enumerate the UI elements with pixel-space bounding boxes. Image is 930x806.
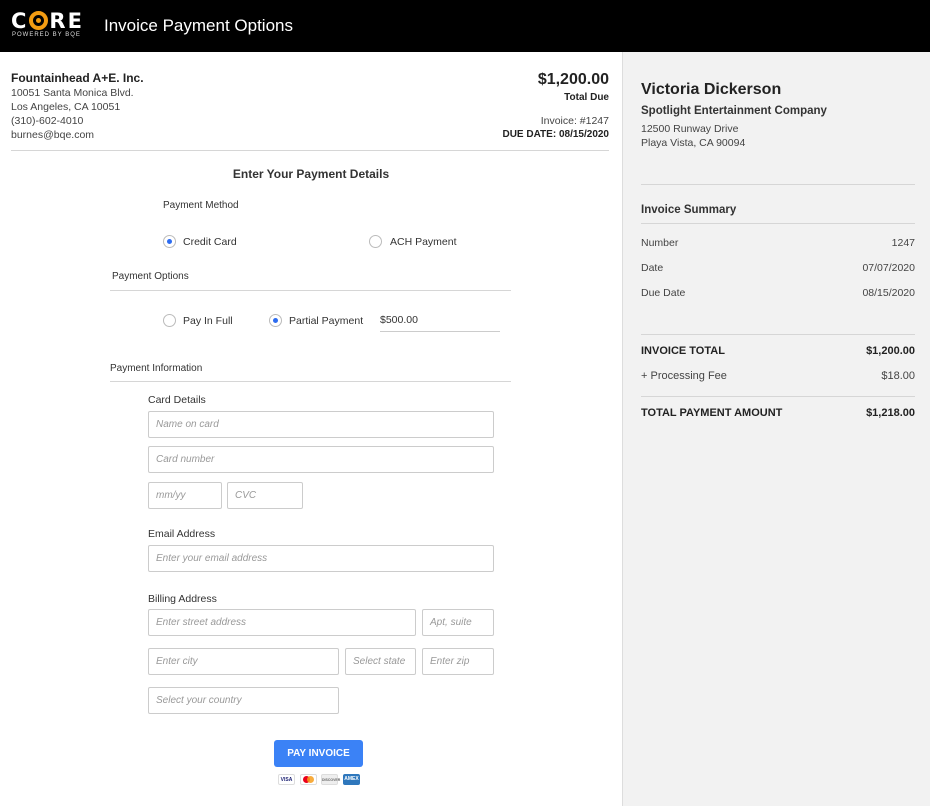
payment-options-label: Payment Options <box>112 271 189 282</box>
mastercard-circles <box>303 776 314 783</box>
pay-in-full-radio[interactable] <box>163 314 176 327</box>
amex-icon: AMEX <box>343 774 360 785</box>
ach-payment-label: ACH Payment <box>390 236 457 248</box>
zip-input[interactable]: Enter zip <box>422 648 494 675</box>
summary-date-value: 07/07/2020 <box>862 262 915 274</box>
logo-tagline: POWERED BY BQE <box>12 32 81 38</box>
email-input[interactable]: Enter your email address <box>148 545 494 572</box>
form-title: Enter Your Payment Details <box>232 167 390 181</box>
payment-information-label: Payment Information <box>110 363 203 374</box>
divider <box>110 290 511 291</box>
payment-method-label: Payment Method <box>163 200 239 211</box>
customer-company: Spotlight Entertainment Company <box>641 105 827 117</box>
page-title: Invoice Payment Options <box>104 16 293 35</box>
divider <box>11 150 609 151</box>
apt-suite-input[interactable]: Apt, suite <box>422 609 494 636</box>
visa-icon: VISA <box>278 774 295 785</box>
total-payment-value: $1,218.00 <box>866 407 915 419</box>
email-address-label: Email Address <box>148 528 216 540</box>
pay-invoice-button[interactable]: PAY INVOICE <box>274 740 363 767</box>
divider <box>641 223 915 224</box>
customer-address-line1: 12500 Runway Drive <box>641 123 739 135</box>
pay-in-full-label: Pay In Full <box>183 315 233 327</box>
street-address-input[interactable]: Enter street address <box>148 609 416 636</box>
country-select[interactable]: Select your country <box>148 687 339 714</box>
divider <box>641 184 915 185</box>
divider <box>641 334 915 335</box>
mastercard-icon <box>300 774 317 785</box>
total-payment-label: TOTAL PAYMENT AMOUNT <box>641 407 783 419</box>
invoice-total-value: $1,200.00 <box>866 345 915 357</box>
logo-o-icon <box>29 11 49 30</box>
credit-card-radio[interactable] <box>163 235 176 248</box>
customer-name: Victoria Dickerson <box>641 81 782 98</box>
invoice-total-label: INVOICE TOTAL <box>641 345 725 357</box>
invoice-summary-panel: Victoria Dickerson Spotlight Entertainme… <box>622 52 930 806</box>
divider <box>641 396 915 397</box>
partial-amount-input[interactable]: $500.00 <box>380 314 500 332</box>
total-due-amount: $1,200.00 <box>537 71 609 88</box>
core-logo: C RE POWERED BY BQE <box>11 9 84 38</box>
top-bar: C RE POWERED BY BQE Invoice Payment Optio… <box>0 0 930 52</box>
invoice-summary-title: Invoice Summary <box>641 204 737 216</box>
processing-fee-value: $18.00 <box>881 370 915 382</box>
payment-panel: Fountainhead A+E. Inc. 10051 Santa Monic… <box>0 52 622 806</box>
city-input[interactable]: Enter city <box>148 648 339 675</box>
invoice-number: Invoice: #1247 <box>540 115 609 127</box>
customer-address-line2: Playa Vista, CA 90094 <box>641 137 746 149</box>
credit-card-label: Credit Card <box>183 236 237 248</box>
card-number-input[interactable]: Card number <box>148 446 494 473</box>
partial-payment-radio[interactable] <box>269 314 282 327</box>
summary-number-value: 1247 <box>891 237 915 249</box>
state-select[interactable]: Select state <box>345 648 416 675</box>
expiry-input[interactable]: mm/yy <box>148 482 222 509</box>
vendor-name: Fountainhead A+E. Inc. <box>11 71 144 85</box>
invoice-due-date: DUE DATE: 08/15/2020 <box>502 129 609 140</box>
vendor-phone: (310)-602-4010 <box>11 115 84 127</box>
discover-icon: DISCOVER <box>321 774 340 785</box>
ach-payment-radio[interactable] <box>369 235 382 248</box>
summary-date-label: Date <box>641 262 664 274</box>
total-due-label: Total Due <box>564 92 609 103</box>
vendor-email: burnes@bqe.com <box>11 129 95 141</box>
summary-due-date-value: 08/15/2020 <box>862 287 915 299</box>
processing-fee-label: + Processing Fee <box>641 370 727 382</box>
card-details-label: Card Details <box>148 394 206 406</box>
name-on-card-input[interactable]: Name on card <box>148 411 494 438</box>
divider <box>110 381 511 382</box>
summary-due-date-label: Due Date <box>641 287 686 299</box>
billing-address-label: Billing Address <box>148 593 217 605</box>
summary-number-label: Number <box>641 237 679 249</box>
vendor-address-line1: 10051 Santa Monica Blvd. <box>11 87 134 99</box>
partial-payment-label: Partial Payment <box>289 315 364 327</box>
vendor-address-line2: Los Angeles, CA 10051 <box>11 101 121 113</box>
cvc-input[interactable]: CVC <box>227 482 303 509</box>
